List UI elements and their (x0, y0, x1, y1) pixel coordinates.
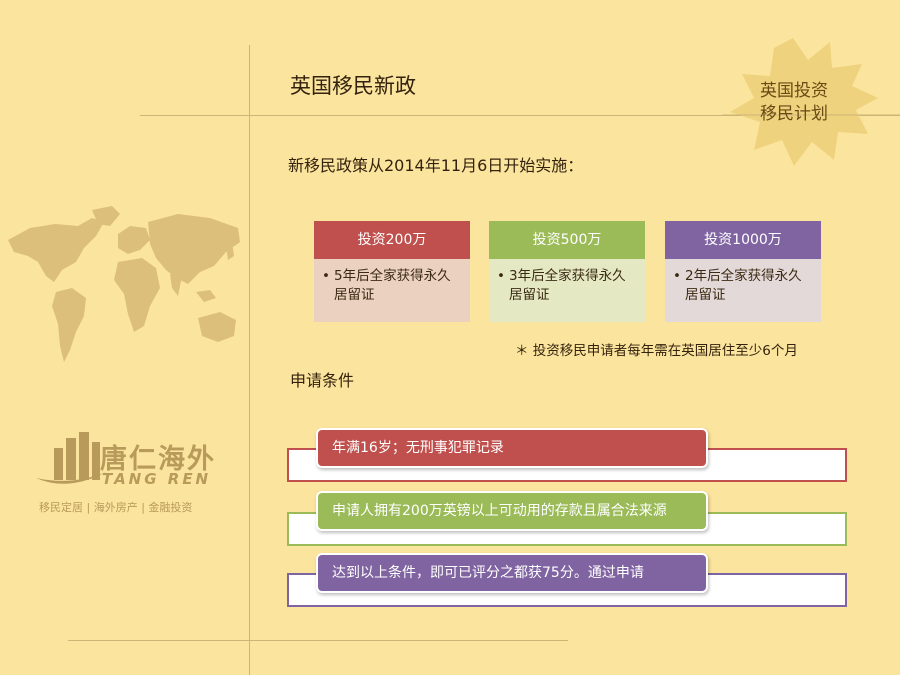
card-body-text: 5年后全家获得永久居留证 (334, 268, 451, 303)
card-header: 投资500万 (489, 221, 645, 259)
vertical-divider (249, 45, 250, 675)
conditions-heading: 申请条件 (290, 371, 355, 390)
condition-funds: 申请人拥有200万英镑以上可动用的存款且属合法来源 (316, 491, 708, 531)
world-map-icon (8, 206, 240, 362)
card-header: 投资200万 (314, 221, 470, 259)
card-body-text: 3年后全家获得永久居留证 (509, 268, 626, 303)
badge-line-2: 移民计划 (760, 104, 828, 124)
investment-card-500: 投资500万 • 3年后全家获得永久居留证 (489, 221, 645, 322)
investment-card-1000: 投资1000万 • 2年后全家获得永久居留证 (665, 221, 821, 322)
badge-line-1: 英国投资 (760, 81, 828, 101)
bullet: • (322, 268, 330, 284)
logo-name-en: TANG REN (102, 470, 212, 488)
bullet: • (497, 268, 505, 284)
logo-tagline: 移民定居 | 海外房产 | 金融投资 (39, 501, 193, 514)
card-body: • 3年后全家获得永久居留证 (489, 259, 645, 322)
condition-age-record: 年满16岁；无刑事犯罪记录 (316, 428, 708, 468)
card-body: • 2年后全家获得永久居留证 (665, 259, 821, 322)
card-header: 投资1000万 (665, 221, 821, 259)
card-body: • 5年后全家获得永久居留证 (314, 259, 470, 322)
footnote: ＊ 投资移民申请者每年需在英国居住至少6个月 (515, 343, 798, 359)
investment-card-200: 投资200万 • 5年后全家获得永久居留证 (314, 221, 470, 322)
badge-label: 英国投资 移民计划 (744, 80, 844, 126)
intro-text: 新移民政策从2014年11月6日开始实施： (288, 156, 584, 175)
card-body-text: 2年后全家获得永久居留证 (685, 268, 802, 303)
bullet: • (673, 268, 681, 284)
bottom-horizontal-rule (68, 640, 568, 641)
condition-score: 达到以上条件，即可已评分之都获75分。通过申请 (316, 553, 708, 593)
page-title: 英国移民新政 (290, 74, 416, 98)
